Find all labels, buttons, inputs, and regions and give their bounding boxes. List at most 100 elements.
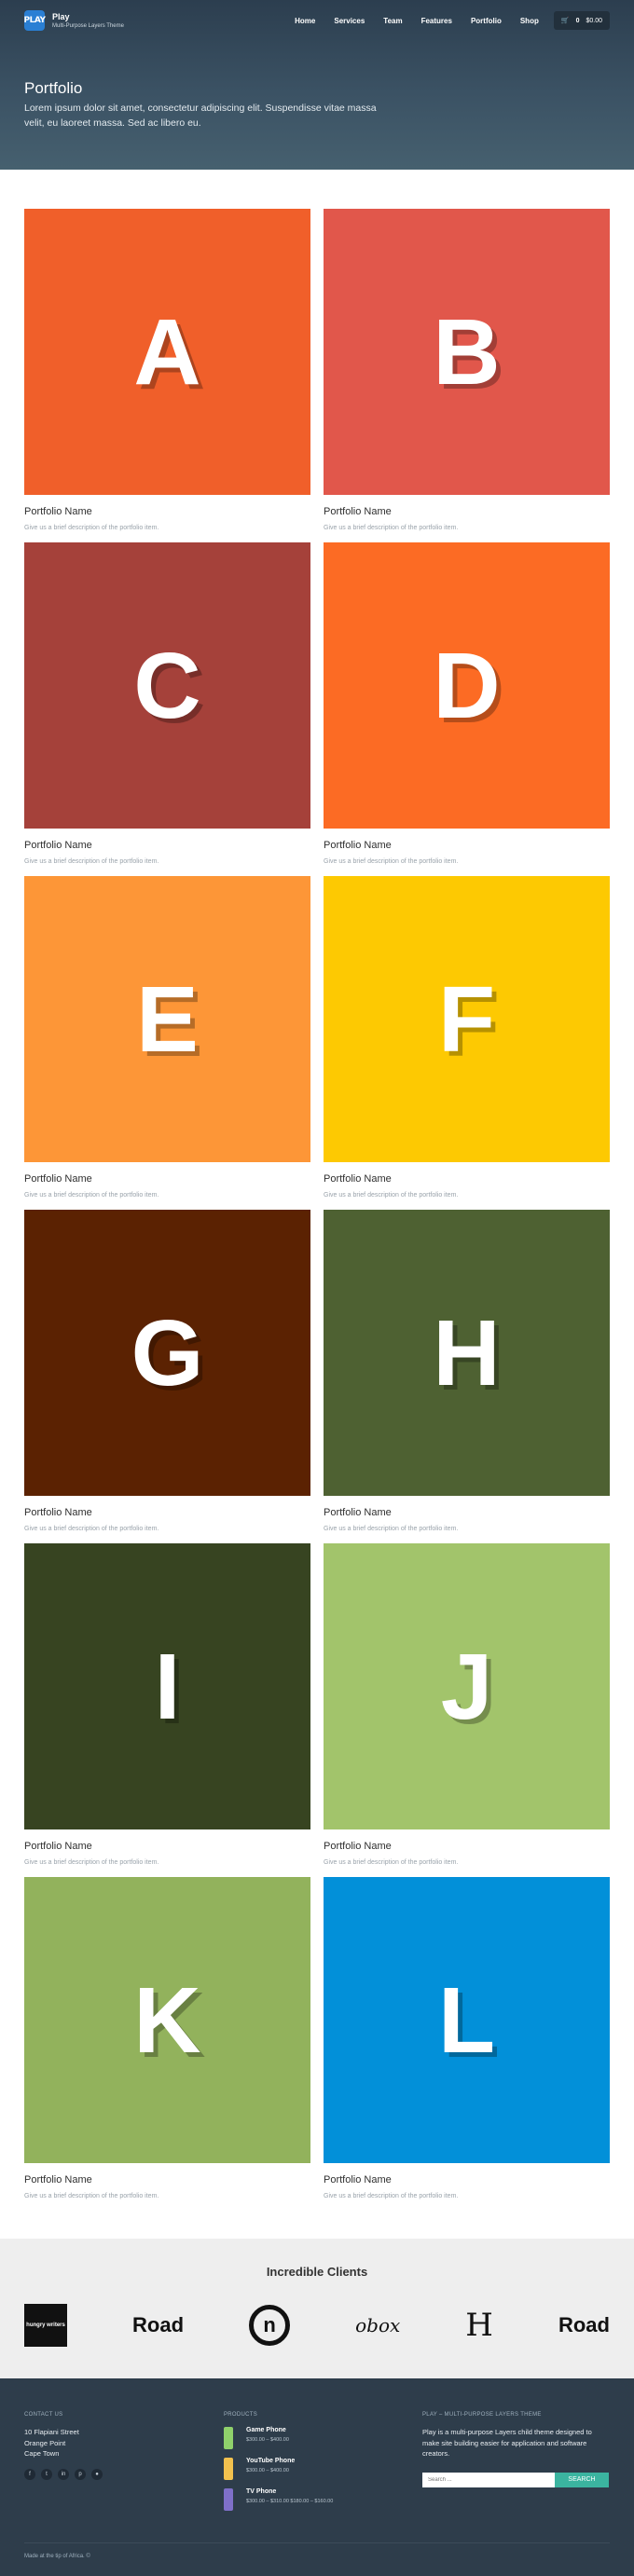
address-line: 10 Flapiani Street	[24, 2428, 79, 2436]
portfolio-thumbnail[interactable]: G	[24, 1210, 310, 1496]
twitter-icon[interactable]: t	[41, 2468, 52, 2480]
dribbble-icon[interactable]: ●	[91, 2468, 103, 2480]
portfolio-thumbnail[interactable]: A	[24, 209, 310, 495]
page-description: Lorem ipsum dolor sit amet, consectetur …	[24, 103, 377, 129]
page-title: Portfolio	[24, 79, 83, 97]
portfolio-thumbnail[interactable]: C	[24, 542, 310, 829]
address-line: Orange Point	[24, 2438, 66, 2447]
client-logo-road[interactable]: Road	[132, 2313, 184, 2337]
nav-features[interactable]: Features	[421, 17, 452, 25]
nav-shop[interactable]: Shop	[520, 17, 539, 25]
footer-divider	[24, 2542, 610, 2543]
portfolio-title[interactable]: Portfolio Name	[324, 2174, 610, 2185]
client-logo-road-2[interactable]: Road	[558, 2313, 610, 2337]
product-price: $300.00 – $400.00	[246, 2437, 289, 2443]
portfolio-description: Give us a brief description of the portf…	[24, 1859, 159, 1866]
portfolio-description: Give us a brief description of the portf…	[324, 1192, 459, 1199]
nav-portfolio[interactable]: Portfolio	[471, 17, 502, 25]
portfolio-thumbnail[interactable]: J	[324, 1543, 610, 1829]
nav-home[interactable]: Home	[295, 17, 315, 25]
portfolio-item[interactable]: F Portfolio Name Give us a brief descrip…	[324, 876, 610, 1210]
product-thumbnail[interactable]	[224, 2427, 233, 2449]
portfolio-letter: E	[136, 966, 199, 1072]
brand[interactable]: Play Multi-Purpose Layers Theme	[52, 12, 124, 29]
nav-services[interactable]: Services	[334, 17, 365, 25]
product-item[interactable]: Game Phone $300.00 – $400.00	[224, 2427, 333, 2449]
portfolio-title[interactable]: Portfolio Name	[324, 1507, 610, 1518]
portfolio-item[interactable]: I Portfolio Name Give us a brief descrip…	[24, 1543, 310, 1877]
portfolio-item[interactable]: L Portfolio Name Give us a brief descrip…	[324, 1877, 610, 2211]
portfolio-title[interactable]: Portfolio Name	[24, 1841, 310, 1852]
portfolio-item[interactable]: K Portfolio Name Give us a brief descrip…	[24, 1877, 310, 2211]
product-item[interactable]: TV Phone $300.00 – $310.00 $180.00 – $16…	[224, 2488, 333, 2511]
portfolio-thumbnail[interactable]: L	[324, 1877, 610, 2163]
cart-button[interactable]: 🛒 0 $0.00	[553, 11, 610, 30]
portfolio-letter: K	[133, 1967, 201, 2073]
client-logo-obox[interactable]: obox	[355, 2314, 400, 2336]
portfolio-thumbnail[interactable]: K	[24, 1877, 310, 2163]
portfolio-title[interactable]: Portfolio Name	[24, 1173, 310, 1185]
pinterest-icon[interactable]: p	[75, 2468, 86, 2480]
product-price: $300.00 – $400.00	[246, 2468, 289, 2473]
cart-total: $0.00	[586, 17, 602, 24]
portfolio-letter: A	[133, 299, 201, 404]
portfolio-description: Give us a brief description of the portf…	[324, 1526, 459, 1532]
product-thumbnail[interactable]	[224, 2488, 233, 2511]
footer-contact: CONTACT US 10 Flapiani Street Orange Poi…	[24, 2412, 103, 2480]
portfolio-grid: A Portfolio Name Give us a brief descrip…	[0, 170, 634, 2239]
search-button[interactable]: SEARCH	[555, 2472, 609, 2487]
portfolio-item[interactable]: E Portfolio Name Give us a brief descrip…	[24, 876, 310, 1210]
portfolio-item[interactable]: D Portfolio Name Give us a brief descrip…	[324, 542, 610, 876]
product-thumbnail[interactable]	[224, 2458, 233, 2480]
brand-name[interactable]: Play	[52, 12, 124, 21]
client-logo-n[interactable]: n	[249, 2305, 291, 2346]
portfolio-description: Give us a brief description of the portf…	[24, 1526, 159, 1532]
client-logo-hungry-writers[interactable]: hungry writers	[24, 2304, 67, 2347]
main-nav: Home Services Team Features Portfolio Sh…	[276, 11, 610, 30]
client-logos: hungry writers Road n obox H Road	[24, 2304, 610, 2347]
portfolio-thumbnail[interactable]: E	[24, 876, 310, 1162]
portfolio-letter: F	[437, 966, 496, 1072]
portfolio-title[interactable]: Portfolio Name	[24, 1507, 310, 1518]
portfolio-title[interactable]: Portfolio Name	[324, 1841, 610, 1852]
portfolio-title[interactable]: Portfolio Name	[324, 840, 610, 851]
portfolio-item[interactable]: J Portfolio Name Give us a brief descrip…	[324, 1543, 610, 1877]
portfolio-description: Give us a brief description of the portf…	[324, 858, 459, 865]
linkedin-icon[interactable]: in	[58, 2468, 69, 2480]
product-name[interactable]: TV Phone	[246, 2488, 333, 2495]
portfolio-item[interactable]: C Portfolio Name Give us a brief descrip…	[24, 542, 310, 876]
product-price: $300.00 – $310.00 $180.00 – $160.00	[246, 2499, 334, 2504]
product-name[interactable]: Game Phone	[246, 2427, 289, 2433]
portfolio-thumbnail[interactable]: H	[324, 1210, 610, 1496]
portfolio-description: Give us a brief description of the portf…	[24, 1192, 159, 1199]
search-input[interactable]	[422, 2472, 555, 2487]
address-line: Cape Town	[24, 2449, 60, 2458]
facebook-icon[interactable]: f	[24, 2468, 35, 2480]
portfolio-thumbnail[interactable]: I	[24, 1543, 310, 1829]
portfolio-item[interactable]: G Portfolio Name Give us a brief descrip…	[24, 1210, 310, 1543]
portfolio-title[interactable]: Portfolio Name	[324, 506, 610, 517]
social-links: f t in p ●	[24, 2468, 103, 2480]
portfolio-item[interactable]: H Portfolio Name Give us a brief descrip…	[324, 1210, 610, 1543]
product-item[interactable]: YouTube Phone $300.00 – $400.00	[224, 2458, 333, 2480]
portfolio-title[interactable]: Portfolio Name	[24, 506, 310, 517]
portfolio-title[interactable]: Portfolio Name	[324, 1173, 610, 1185]
portfolio-letter: J	[440, 1634, 493, 1739]
portfolio-letter: H	[433, 1300, 501, 1405]
portfolio-item[interactable]: A Portfolio Name Give us a brief descrip…	[24, 209, 310, 542]
client-logo-h[interactable]: H	[465, 2307, 493, 2344]
brand-tagline: Multi-Purpose Layers Theme	[52, 23, 124, 29]
products-heading: PRODUCTS	[224, 2412, 258, 2418]
portfolio-title[interactable]: Portfolio Name	[24, 2174, 310, 2185]
about-heading: PLAY – MULTI-PURPOSE LAYERS THEME	[422, 2412, 542, 2418]
top-bar: PLAY Play Multi-Purpose Layers Theme Hom…	[0, 0, 634, 41]
portfolio-thumbnail[interactable]: D	[324, 542, 610, 829]
product-name[interactable]: YouTube Phone	[246, 2458, 295, 2464]
site-logo[interactable]: PLAY	[24, 10, 46, 31]
portfolio-thumbnail[interactable]: F	[324, 876, 610, 1162]
portfolio-title[interactable]: Portfolio Name	[24, 840, 310, 851]
portfolio-thumbnail[interactable]: B	[324, 209, 610, 495]
footer-products: PRODUCTS Game Phone $300.00 – $400.00 Yo…	[224, 2412, 333, 2519]
nav-team[interactable]: Team	[383, 17, 402, 25]
portfolio-item[interactable]: B Portfolio Name Give us a brief descrip…	[324, 209, 610, 542]
